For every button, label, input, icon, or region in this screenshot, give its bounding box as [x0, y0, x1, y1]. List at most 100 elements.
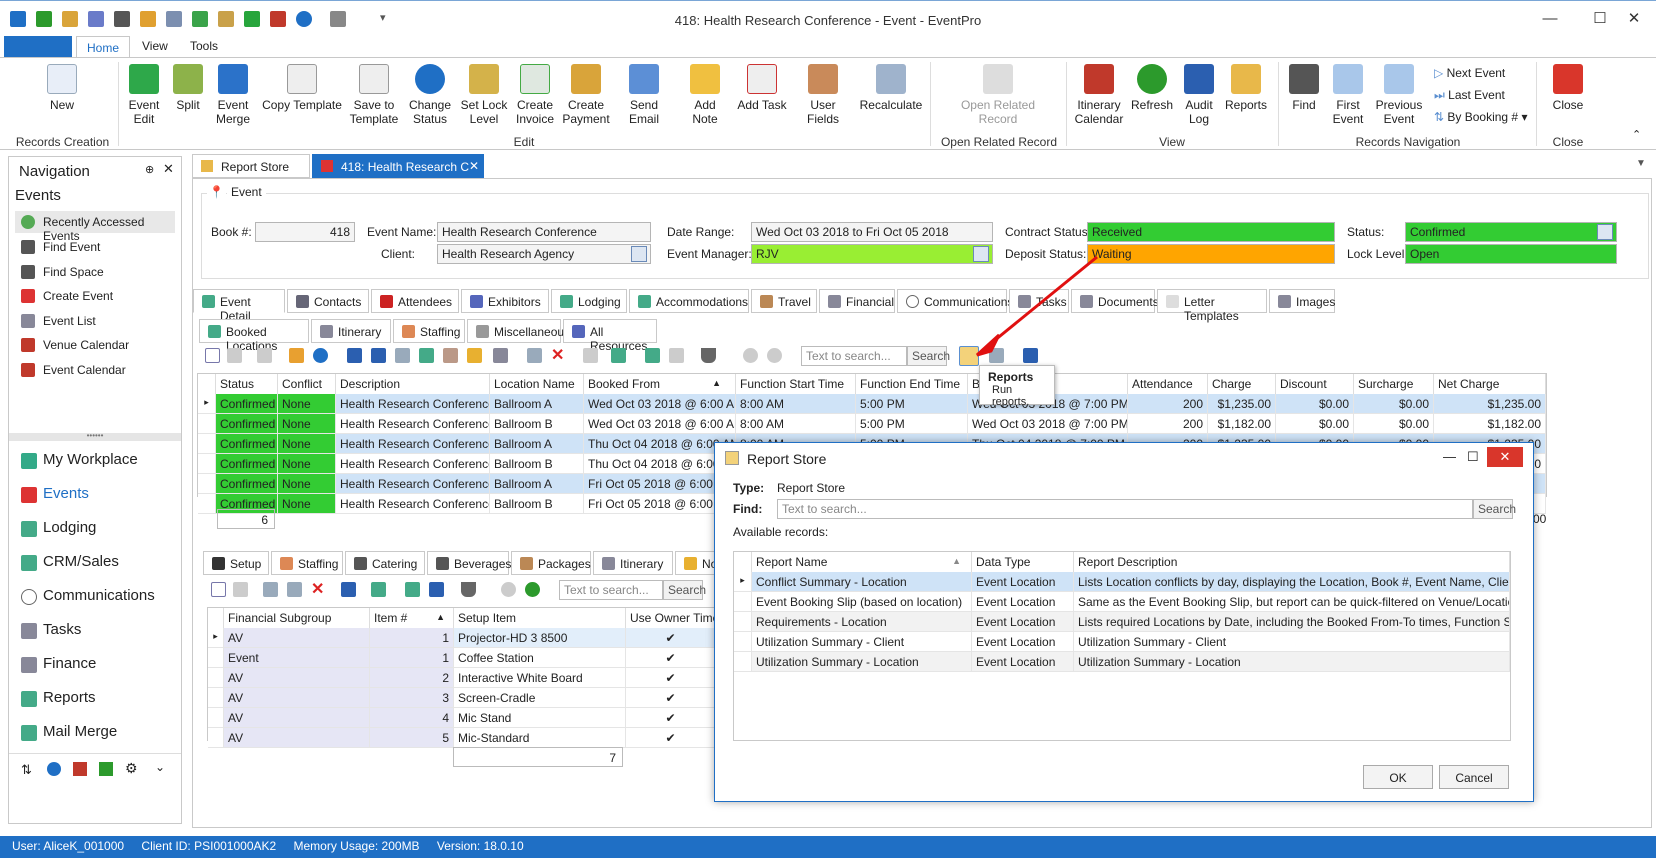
- open-related-record-button[interactable]: Open Related Record: [950, 64, 1046, 126]
- nav-crm-sales[interactable]: CRM/Sales: [15, 547, 175, 577]
- info-icon[interactable]: [313, 348, 328, 363]
- nav-item-create-event[interactable]: Create Event: [15, 285, 175, 307]
- gear-icon[interactable]: ⚙: [125, 760, 138, 777]
- sort-icon[interactable]: ⇅: [21, 762, 32, 778]
- save-icon[interactable]: [257, 348, 272, 363]
- edit-icon[interactable]: [263, 582, 278, 597]
- nav-my-workplace[interactable]: My Workplace: [15, 445, 175, 475]
- row-indicator[interactable]: [198, 454, 216, 474]
- event-edit-button[interactable]: Event Edit: [124, 64, 164, 126]
- maximize-icon[interactable]: ☐: [1590, 9, 1610, 29]
- setup-cell[interactable]: 2: [370, 668, 454, 688]
- contract-status-field[interactable]: Received: [1087, 222, 1335, 242]
- col-use-owner-times[interactable]: Use Owner Times: [626, 608, 716, 628]
- last-event-button[interactable]: ⏭ Last Event: [1434, 88, 1505, 103]
- tab-accommodations[interactable]: Accommodations: [629, 289, 749, 313]
- collapse-ribbon-icon[interactable]: ⌃: [1632, 128, 1641, 141]
- col-report-name[interactable]: Report Name ▲: [752, 552, 972, 572]
- change-status-button[interactable]: Change Status: [404, 64, 456, 126]
- deposit-status-field[interactable]: Waiting: [1087, 244, 1335, 264]
- add-icon[interactable]: [347, 348, 362, 363]
- setup-cell[interactable]: Mic-Standard: [454, 728, 626, 748]
- up-icon[interactable]: [501, 582, 516, 597]
- location-cell[interactable]: Health Research Conference: [336, 414, 490, 434]
- row-indicator[interactable]: [198, 414, 216, 434]
- report-cell[interactable]: Requirements - Location: [752, 612, 972, 632]
- tab-exhibitors[interactable]: Exhibitors: [461, 289, 549, 313]
- export-icon[interactable]: [645, 348, 660, 363]
- find-button[interactable]: Find: [1286, 64, 1322, 112]
- setup-cell[interactable]: ✔: [626, 628, 716, 648]
- col-status[interactable]: Status: [216, 374, 278, 394]
- col-discount[interactable]: Discount: [1276, 374, 1354, 394]
- close-nav-icon[interactable]: ✕: [163, 161, 174, 177]
- nav-finance[interactable]: Finance: [15, 649, 175, 679]
- location-cell[interactable]: Wed Oct 03 2018 @ 7:00 PM: [968, 414, 1128, 434]
- setup-cell[interactable]: AV: [224, 628, 370, 648]
- location-cell[interactable]: Ballroom A: [490, 474, 584, 494]
- new-button[interactable]: New: [42, 64, 82, 112]
- client-field[interactable]: Health Research Agency: [437, 244, 651, 264]
- dialog-search-button[interactable]: Search: [1473, 499, 1516, 519]
- tab-notes[interactable]: Note: [675, 551, 715, 575]
- minimize-icon[interactable]: —: [1540, 9, 1560, 29]
- tab-beverages[interactable]: Beverages: [427, 551, 511, 575]
- report-cell[interactable]: Event Location: [972, 572, 1074, 592]
- setup-cell[interactable]: Event: [224, 648, 370, 668]
- tab-attendees[interactable]: Attendees: [371, 289, 459, 313]
- filter-icon[interactable]: [461, 582, 476, 597]
- report-cell[interactable]: Same as the Event Booking Slip, but repo…: [1074, 592, 1510, 612]
- setup-cell[interactable]: AV: [224, 668, 370, 688]
- calculator-icon[interactable]: [527, 348, 542, 363]
- down-icon[interactable]: [525, 582, 540, 597]
- filter-icon[interactable]: [701, 348, 716, 363]
- col-surcharge[interactable]: Surcharge: [1354, 374, 1434, 394]
- tab-financial[interactable]: Financial: [819, 289, 895, 313]
- add-task-button[interactable]: Add Task: [736, 64, 788, 112]
- tab-tools[interactable]: Tools: [190, 39, 218, 53]
- setup-cell[interactable]: 1: [370, 648, 454, 668]
- col-location-name[interactable]: Location Name: [490, 374, 584, 394]
- report-cell[interactable]: Event Location: [972, 592, 1074, 612]
- col-data-type[interactable]: Data Type: [972, 552, 1074, 572]
- row-indicator[interactable]: [208, 728, 224, 748]
- copy-icon[interactable]: [227, 348, 242, 363]
- merge-icon[interactable]: [395, 348, 410, 363]
- col-net-charge[interactable]: Net Charge: [1434, 374, 1546, 394]
- copy-to-icon[interactable]: [371, 582, 386, 597]
- row-indicator[interactable]: [208, 668, 224, 688]
- location-cell[interactable]: Health Research Conference: [336, 474, 490, 494]
- tab-list-dropdown-icon[interactable]: ▼: [1636, 158, 1646, 169]
- add-icon[interactable]: [341, 582, 356, 597]
- cancel-button[interactable]: Cancel: [1439, 765, 1509, 789]
- col-description[interactable]: Description: [336, 374, 490, 394]
- splitter-handle[interactable]: ••••••: [9, 432, 181, 441]
- chevron-down-icon[interactable]: ⌄: [155, 760, 165, 774]
- report-cell[interactable]: Lists Location conflicts by day, display…: [1074, 572, 1510, 592]
- tab-booked-locations[interactable]: Booked Locations: [199, 319, 309, 353]
- report-cell[interactable]: Utilization Summary - Location: [1074, 652, 1510, 672]
- chart-icon[interactable]: [73, 762, 87, 776]
- by-booking-dropdown[interactable]: ⇅ By Booking # ▾: [1434, 110, 1527, 124]
- location-cell[interactable]: Health Research Conference: [336, 434, 490, 454]
- nav-tasks[interactable]: Tasks: [15, 615, 175, 645]
- row-indicator[interactable]: [198, 474, 216, 494]
- report-cell[interactable]: Event Booking Slip (based on location): [752, 592, 972, 612]
- tab-travel[interactable]: Travel: [751, 289, 817, 313]
- setup-cell[interactable]: AV: [224, 728, 370, 748]
- link-icon[interactable]: [493, 348, 508, 363]
- add-multiple-icon[interactable]: [371, 348, 386, 363]
- tab-staffing[interactable]: Staffing: [393, 319, 465, 343]
- recalculate-button[interactable]: Recalculate: [858, 64, 924, 112]
- row-indicator[interactable]: [208, 688, 224, 708]
- tab-images[interactable]: Images: [1269, 289, 1335, 313]
- set-lock-level-button[interactable]: Set Lock Level: [460, 64, 508, 126]
- location-cell[interactable]: None: [278, 474, 336, 494]
- location-cell[interactable]: None: [278, 454, 336, 474]
- location-cell[interactable]: None: [278, 494, 336, 514]
- create-payment-button[interactable]: Create Payment: [562, 64, 610, 126]
- setup-cell[interactable]: ✔: [626, 688, 716, 708]
- location-cell[interactable]: Ballroom A: [490, 394, 584, 414]
- nav-mail-merge[interactable]: Mail Merge: [15, 717, 175, 747]
- event-manager-field[interactable]: RJV: [751, 244, 993, 264]
